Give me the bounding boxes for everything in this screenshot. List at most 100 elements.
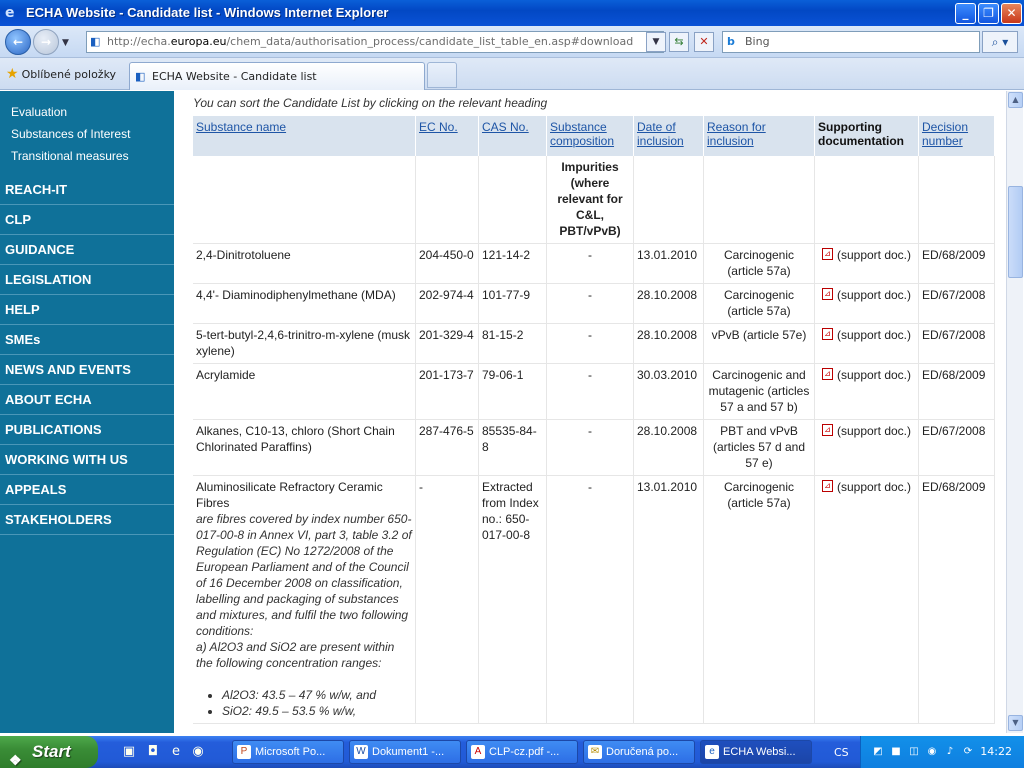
search-input[interactable]: b Bing [722,31,980,53]
taskbar-button-ie[interactable]: e ECHA Websi... [700,740,812,764]
header-substance-name[interactable]: Substance name [193,116,416,156]
start-button[interactable]: ❖ Start [0,736,98,768]
header-ec-no[interactable]: EC No. [416,116,479,156]
pdf-icon[interactable]: ⊿ [821,368,833,380]
cell-doc[interactable]: ⊿ (support doc.) [815,284,919,324]
header-date-of-inclusion[interactable]: Date of inclusion [634,116,704,156]
impurities-row: Impurities (where relevant for C&L, PBT/… [193,156,995,244]
sidebar-item-substances-of-interest[interactable]: Substances of Interest [11,127,130,141]
close-button[interactable]: ✕ [1001,3,1022,24]
quicklaunch-app-icon[interactable]: ◘ [145,744,161,760]
cell-doc[interactable]: ⊿ (support doc.) [815,476,919,724]
taskbar-button-word[interactable]: W Dokument1 -... [349,740,461,764]
pdf-icon[interactable]: ⊿ [821,424,833,436]
sort-link[interactable]: Date of inclusion [637,120,684,148]
header-decision-number[interactable]: Decision number [919,116,995,156]
cell-name: 2,4-Dinitrotoluene [193,244,416,284]
address-input[interactable]: ◧ http://echa.europa.eu/chem_data/authori… [86,31,664,53]
cell-doc[interactable]: ⊿ (support doc.) [815,420,919,476]
address-dropdown-icon[interactable]: ▼ [646,32,666,52]
tray-network-icon[interactable]: ◫ [907,745,921,759]
pdf-icon[interactable]: ⊿ [821,480,833,492]
support-doc-link[interactable]: (support doc.) [837,248,911,262]
sidebar-item-smes[interactable]: SMEs [0,325,174,355]
cell-name: Aluminosilicate Refractory Ceramic Fibre… [193,476,416,724]
support-doc-link[interactable]: (support doc.) [837,328,911,342]
sidebar-item-working-with-us[interactable]: WORKING WITH US [0,445,174,475]
tray-pdf-icon[interactable]: ◩ [871,745,885,759]
taskbar-button-pdf[interactable]: A CLP-cz.pdf -... [466,740,578,764]
sort-link[interactable]: EC No. [419,120,458,134]
taskbar-label: ECHA Websi... [723,746,796,758]
cell-date: 28.10.2008 [634,420,704,476]
cell-cas: 121-14-2 [479,244,547,284]
sidebar-item-about-echa[interactable]: ABOUT ECHA [0,385,174,415]
sidebar-item-legislation[interactable]: LEGISLATION [0,265,174,295]
sort-link[interactable]: Substance name [196,120,286,134]
cell-cas: 85535-84-8 [479,420,547,476]
tray-volume-icon[interactable]: ♪ [943,745,957,759]
cell-doc[interactable]: ⊿ (support doc.) [815,324,919,364]
sidebar-item-news-and-events[interactable]: NEWS AND EVENTS [0,355,174,385]
taskbar-button-outlook[interactable]: ✉ Doručená po... [583,740,695,764]
bing-icon: b [727,35,735,48]
quicklaunch-ie-icon[interactable]: e [168,744,184,760]
minimize-button[interactable]: _ [955,3,976,24]
page-icon: ◧ [135,70,146,83]
tray-app-icon[interactable]: ■ [889,745,903,759]
new-tab-button[interactable] [427,62,457,88]
cell-ec: - [416,476,479,724]
quicklaunch-desktop-icon[interactable]: ▣ [121,744,137,760]
forward-button[interactable]: → [33,29,59,55]
candidate-list-table: Substance name EC No. CAS No. Substance … [193,116,995,724]
support-doc-link[interactable]: (support doc.) [837,480,911,494]
tray-sync-icon[interactable]: ⟳ [961,745,975,759]
support-doc-link[interactable]: (support doc.) [837,424,911,438]
pdf-icon[interactable]: ⊿ [821,288,833,300]
sidebar-item-appeals[interactable]: APPEALS [0,475,174,505]
support-doc-link[interactable]: (support doc.) [837,368,911,382]
scroll-thumb[interactable] [1008,186,1023,278]
pdf-icon[interactable]: ⊿ [821,248,833,260]
cell-reason: Carcinogenic and mutagenic (articles 57 … [704,364,815,420]
quicklaunch-media-icon[interactable]: ◉ [190,744,206,760]
maximize-button[interactable]: ❐ [978,3,999,24]
sort-link[interactable]: Decision number [922,120,968,148]
header-reason-for-inclusion[interactable]: Reason for inclusion [704,116,815,156]
sidebar-item-stakeholders[interactable]: STAKEHOLDERS [0,505,174,535]
sidebar-item-reach-it[interactable]: REACH-IT [0,175,174,205]
pdf-icon[interactable]: ⊿ [821,328,833,340]
vertical-scrollbar[interactable]: ▲ ▼ [1006,91,1023,733]
language-indicator[interactable]: CS [834,746,849,759]
taskbar-label: Doručená po... [606,746,679,758]
back-button[interactable]: ← [5,29,31,55]
ie-logo-icon: e [5,5,15,21]
sidebar: Evaluation Substances of Interest Transi… [0,91,174,733]
cell-doc[interactable]: ⊿ (support doc.) [815,364,919,420]
tab-echa[interactable]: ◧ ECHA Website - Candidate list [129,62,425,90]
search-button[interactable]: ⌕ ▾ [982,31,1018,53]
sidebar-item-evaluation[interactable]: Evaluation [11,105,67,119]
header-substance-composition[interactable]: Substance composition [547,116,634,156]
favorites-button[interactable]: ★ Oblíbené položky [6,66,116,82]
cell-doc[interactable]: ⊿ (support doc.) [815,244,919,284]
sort-link[interactable]: CAS No. [482,120,529,134]
stop-button[interactable]: ✕ [694,32,714,52]
sidebar-item-clp[interactable]: CLP [0,205,174,235]
sidebar-item-help[interactable]: HELP [0,295,174,325]
taskbar-button-powerpoint[interactable]: P Microsoft Po... [232,740,344,764]
sidebar-item-guidance[interactable]: GUIDANCE [0,235,174,265]
taskbar-label: CLP-cz.pdf -... [489,746,560,758]
tray-shield-icon[interactable]: ◉ [925,745,939,759]
header-cas-no[interactable]: CAS No. [479,116,547,156]
history-dropdown-icon[interactable]: ▼ [62,38,69,48]
sidebar-item-publications[interactable]: PUBLICATIONS [0,415,174,445]
scroll-up-icon[interactable]: ▲ [1008,92,1023,108]
refresh-button[interactable]: ⇆ [669,32,689,52]
list-item: Al2O3: 43.5 – 47 % w/w, and [222,687,412,703]
sort-link[interactable]: Reason for inclusion [707,120,766,148]
sort-link[interactable]: Substance composition [550,120,614,148]
support-doc-link[interactable]: (support doc.) [837,288,911,302]
scroll-down-icon[interactable]: ▼ [1008,715,1023,731]
sidebar-item-transitional-measures[interactable]: Transitional measures [11,149,129,163]
